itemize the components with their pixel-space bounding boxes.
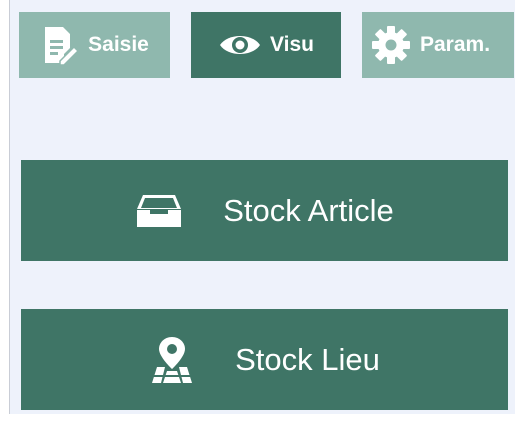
stock-lieu-button[interactable]: Stock Lieu	[21, 309, 508, 410]
tab-param-label: Param.	[420, 33, 491, 56]
gear-icon	[370, 24, 412, 66]
tab-saisie-label: Saisie	[88, 33, 149, 56]
stock-article-label: Stock Article	[223, 192, 394, 228]
inbox-tray-icon	[135, 193, 183, 229]
edit-document-icon	[40, 25, 80, 65]
tab-visu[interactable]: Visu	[191, 12, 341, 78]
stock-article-button[interactable]: Stock Article	[21, 160, 508, 261]
app-screen: Saisie Visu Param. Stock Article Stock L…	[9, 0, 515, 414]
tab-saisie[interactable]: Saisie	[19, 12, 170, 78]
map-pin-icon	[149, 335, 195, 385]
eye-icon	[218, 30, 262, 60]
tab-param[interactable]: Param.	[362, 12, 514, 78]
stock-lieu-label: Stock Lieu	[235, 341, 380, 377]
tab-visu-label: Visu	[270, 33, 314, 56]
